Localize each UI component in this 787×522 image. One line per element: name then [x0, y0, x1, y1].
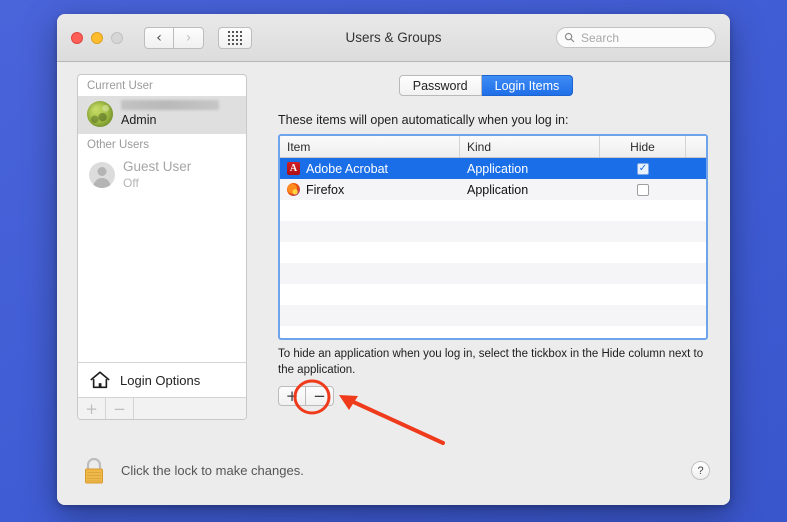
row-hide-cell: ✓ — [600, 163, 686, 175]
tab-bar: Password Login Items — [256, 74, 716, 96]
redacted-username — [121, 100, 219, 110]
table-empty-row — [280, 326, 706, 340]
search-field[interactable] — [556, 27, 716, 48]
system-preferences-window: ‹ › Users & Groups Current User — [57, 14, 730, 505]
add-user-button: + — [78, 398, 106, 419]
column-header-item[interactable]: Item — [280, 136, 460, 157]
column-header-spacer — [686, 136, 706, 157]
panel-intro-text: These items will open automatically when… — [278, 113, 716, 127]
table-empty-row — [280, 221, 706, 242]
login-options-label: Login Options — [120, 373, 200, 388]
tab-login-items[interactable]: Login Items — [482, 75, 574, 96]
add-remove-toolbar: + − — [278, 386, 334, 406]
search-input[interactable] — [579, 30, 701, 46]
login-items-table[interactable]: Item Kind Hide Adobe Acrobat Application… — [278, 134, 708, 340]
column-header-kind[interactable]: Kind — [460, 136, 600, 157]
current-user-role: Admin — [121, 113, 219, 129]
column-header-hide[interactable]: Hide — [600, 136, 686, 157]
back-button[interactable]: ‹ — [144, 27, 174, 49]
current-user-text: Admin — [121, 100, 219, 129]
forward-button: › — [174, 27, 204, 49]
row-item-cell: Firefox — [280, 183, 460, 197]
guest-user-name: Guest User — [123, 159, 191, 176]
table-row[interactable]: Adobe Acrobat Application ✓ — [280, 158, 706, 179]
chevron-right-icon: › — [186, 31, 192, 45]
users-list: Current User Admin Other Users Guest Use… — [78, 75, 246, 362]
show-all-button[interactable] — [218, 27, 252, 49]
table-empty-row — [280, 263, 706, 284]
remove-user-button: − — [106, 398, 134, 419]
table-empty-row — [280, 200, 706, 221]
hide-column-help-text: To hide an application when you log in, … — [278, 347, 706, 378]
sidebar-item-guest-user[interactable]: Guest User Off — [78, 155, 246, 196]
sidebar-footer-spacer — [134, 398, 246, 419]
guest-user-status: Off — [123, 176, 191, 191]
lock-message: Click the lock to make changes. — [121, 463, 304, 478]
tab-password[interactable]: Password — [399, 75, 482, 96]
guest-avatar-icon — [89, 162, 115, 188]
row-item-label: Firefox — [306, 183, 344, 197]
search-icon — [564, 32, 575, 43]
row-item-label: Adobe Acrobat — [306, 162, 388, 176]
firefox-icon — [287, 183, 300, 196]
minimize-button[interactable] — [91, 32, 103, 44]
other-users-header: Other Users — [78, 134, 246, 155]
table-row[interactable]: Firefox Application — [280, 179, 706, 200]
table-empty-row — [280, 242, 706, 263]
current-user-header: Current User — [78, 75, 246, 96]
row-kind-cell: Application — [460, 162, 600, 176]
guest-user-text: Guest User Off — [123, 159, 191, 191]
adobe-acrobat-icon — [287, 162, 300, 175]
tab-group: Password Login Items — [399, 75, 574, 96]
lock-icon[interactable] — [81, 455, 107, 487]
hide-checkbox[interactable] — [637, 184, 649, 196]
window-content: Current User Admin Other Users Guest Use… — [57, 62, 730, 436]
home-icon — [89, 370, 111, 390]
login-items-panel: Password Login Items These items will op… — [256, 74, 716, 420]
chevron-left-icon: ‹ — [156, 31, 162, 45]
window-titlebar: ‹ › Users & Groups — [57, 14, 730, 62]
sidebar-item-current-user[interactable]: Admin — [78, 96, 246, 134]
grid-icon — [228, 31, 242, 45]
row-kind-cell: Application — [460, 183, 600, 197]
hide-checkbox[interactable]: ✓ — [637, 163, 649, 175]
add-login-item-button[interactable]: + — [278, 386, 306, 406]
table-empty-row — [280, 305, 706, 326]
help-button[interactable]: ? — [691, 461, 710, 480]
navigation-buttons: ‹ › — [144, 27, 204, 49]
remove-login-item-button[interactable]: − — [306, 386, 334, 406]
avatar — [87, 101, 113, 127]
window-bottom-bar: Click the lock to make changes. ? — [57, 436, 730, 505]
close-button[interactable] — [71, 32, 83, 44]
sidebar-footer-toolbar: + − — [78, 397, 246, 419]
sidebar-item-login-options[interactable]: Login Options — [78, 362, 246, 397]
zoom-button — [111, 32, 123, 44]
table-empty-row — [280, 284, 706, 305]
row-hide-cell — [600, 184, 686, 196]
row-item-cell: Adobe Acrobat — [280, 162, 460, 176]
traffic-lights — [71, 32, 123, 44]
table-header: Item Kind Hide — [280, 136, 706, 158]
users-sidebar: Current User Admin Other Users Guest Use… — [77, 74, 247, 420]
